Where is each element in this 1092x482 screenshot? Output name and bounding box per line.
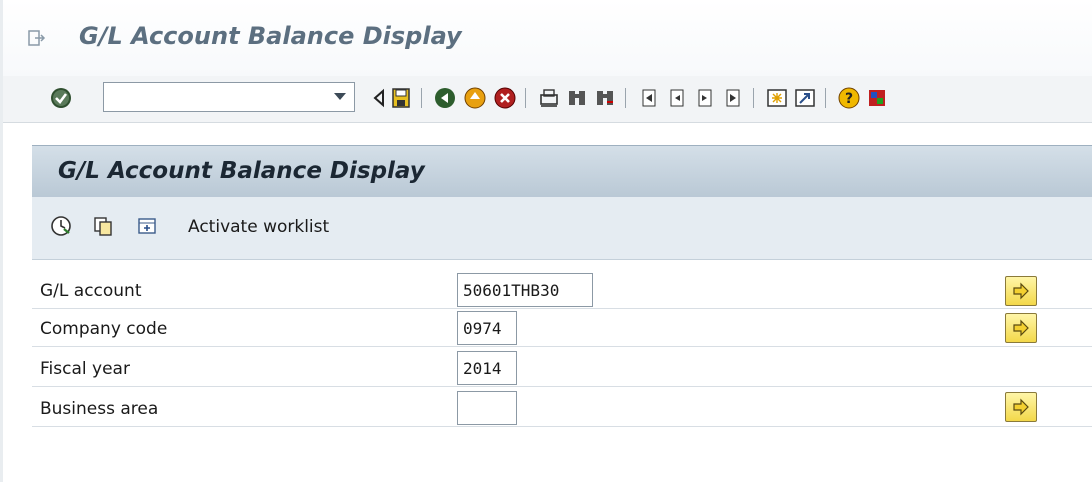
window-title: G/L Account Balance Display [79,22,462,50]
page-title: G/L Account Balance Display [58,158,425,184]
help-icon[interactable]: ? [837,86,861,110]
find-next-icon[interactable] [593,86,617,110]
back-triangle-icon[interactable] [367,86,391,110]
worklist-icon[interactable] [136,215,158,237]
field-row-fiscal-year: Fiscal year 2014 [32,350,1092,387]
previous-page-icon[interactable] [665,86,689,110]
toolbar-separator [753,88,754,108]
exit-icon[interactable] [463,86,487,110]
fiscal-year-label: Fiscal year [40,359,130,379]
next-page-icon[interactable] [693,86,717,110]
toolbar-separator [825,88,826,108]
business-area-navigate-button[interactable] [1005,392,1037,422]
gl-account-label: G/L account [40,281,142,301]
find-icon[interactable] [565,86,589,110]
field-row-business-area: Business area [32,390,1092,427]
app-header: G/L Account Balance Display [32,145,1092,198]
first-page-icon[interactable] [637,86,661,110]
toolbar-separator [421,88,422,108]
business-area-label: Business area [40,399,159,419]
gl-account-input[interactable]: 50601THB30 [457,273,593,307]
company-code-input[interactable]: 0974 [457,311,517,345]
company-code-navigate-button[interactable] [1005,313,1037,343]
chevron-down-icon[interactable] [334,93,346,100]
toolbar-separator [625,88,626,108]
field-row-company-code: Company code 0974 [32,310,1092,347]
command-field[interactable] [103,82,355,112]
fiscal-year-input[interactable]: 2014 [457,351,517,385]
company-code-label: Company code [40,319,168,339]
cancel-icon[interactable] [493,86,517,110]
get-variant-icon[interactable] [92,215,114,237]
business-area-input[interactable] [457,391,517,425]
toolbar-separator [525,88,526,108]
gl-account-navigate-button[interactable] [1005,276,1037,306]
arrow-right-icon [1013,319,1029,337]
execute-icon[interactable] [50,215,72,237]
title-bar: G/L Account Balance Display [3,0,1092,76]
system-toolbar: ? [3,76,1092,123]
last-page-icon[interactable] [721,86,745,110]
enter-icon[interactable] [49,86,73,110]
shortcut-icon[interactable] [793,86,817,110]
back-icon[interactable] [433,86,457,110]
create-session-icon[interactable] [765,86,789,110]
arrow-right-icon [1013,282,1029,300]
menu-expand-icon[interactable] [27,28,47,48]
save-icon[interactable] [389,86,413,110]
customize-icon[interactable] [865,86,889,110]
arrow-right-icon [1013,398,1029,416]
print-icon[interactable] [537,86,561,110]
field-row-gl-account: G/L account 50601THB30 [32,272,1092,309]
activate-worklist-button[interactable]: Activate worklist [188,217,329,237]
app-toolbar: Activate worklist [32,197,1092,260]
svg-text:?: ? [845,91,853,107]
